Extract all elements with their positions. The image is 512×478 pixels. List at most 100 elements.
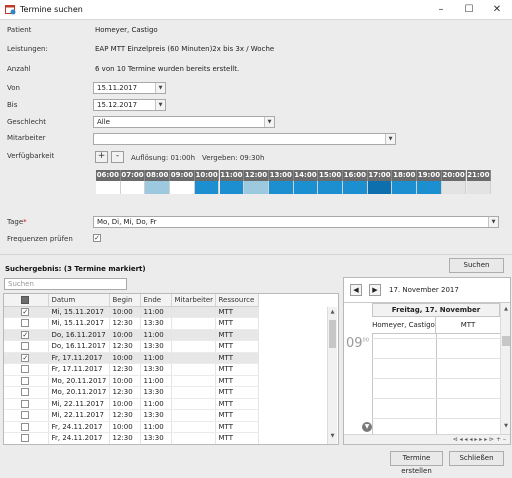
row-select-cell[interactable]: ✓: [4, 352, 49, 364]
row-checkbox[interactable]: [21, 376, 30, 385]
availability-cell[interactable]: [170, 181, 195, 194]
geschlecht-select[interactable]: Alle ▼: [93, 116, 275, 128]
availability-cell[interactable]: [392, 181, 418, 194]
availability-cell[interactable]: [194, 181, 220, 194]
cell-mitarbeiter: [171, 432, 216, 444]
row-checkbox[interactable]: [21, 434, 30, 443]
chevron-down-icon[interactable]: ▼: [155, 100, 165, 110]
cell-datum: Do, 16.11.2017: [48, 340, 110, 353]
availability-cell[interactable]: [268, 181, 294, 194]
table-row[interactable]: Fr, 24.11.2017 10:00 11:00 MTT: [4, 421, 259, 433]
row-select-cell[interactable]: [4, 363, 49, 376]
row-select-cell[interactable]: [4, 421, 49, 433]
availability-cell[interactable]: [120, 181, 146, 194]
tage-label: Tage*: [7, 218, 27, 226]
row-checkbox[interactable]: ✓: [21, 307, 30, 316]
scroll-thumb[interactable]: [502, 336, 510, 346]
scroll-down-icon[interactable]: ▼: [329, 433, 336, 441]
termine-erstellen-button[interactable]: Termine erstellen: [390, 451, 443, 475]
tage-select[interactable]: Mo, Di, Mi, Do, Fr ▼: [93, 216, 499, 228]
chevron-down-icon[interactable]: ▼: [264, 117, 274, 127]
row-select-cell[interactable]: [4, 398, 49, 410]
row-checkbox[interactable]: [21, 365, 30, 374]
table-row[interactable]: Do, 16.11.2017 12:30 13:30 MTT: [4, 340, 259, 353]
chevron-down-icon[interactable]: ▼: [155, 83, 165, 93]
table-row[interactable]: Mo, 20.11.2017 12:30 13:30 MTT: [4, 386, 259, 399]
scroll-up-icon[interactable]: ▲: [502, 306, 510, 314]
availability-cell[interactable]: [343, 181, 368, 194]
table-row[interactable]: Mo, 20.11.2017 10:00 11:00 MTT: [4, 375, 259, 387]
zoom-in-button[interactable]: +: [95, 151, 108, 163]
column-header-begin[interactable]: Begin: [109, 294, 141, 307]
select-all-checkbox[interactable]: [21, 295, 30, 304]
column-header-mitarbeiter[interactable]: Mitarbeiter: [171, 294, 216, 307]
scroll-down-icon[interactable]: ▼: [502, 423, 510, 431]
chevron-down-icon[interactable]: ▼: [385, 134, 395, 144]
table-row[interactable]: Fr, 17.11.2017 12:30 13:30 MTT: [4, 363, 259, 376]
row-select-cell[interactable]: ✓: [4, 306, 49, 318]
chevron-down-icon[interactable]: ▼: [488, 217, 498, 227]
row-checkbox[interactable]: [21, 422, 30, 431]
availability-cell[interactable]: [145, 181, 171, 194]
von-date-picker[interactable]: 15.11.2017 ▼: [93, 82, 166, 94]
schliessen-button[interactable]: Schließen: [449, 451, 504, 466]
availability-cell[interactable]: [466, 181, 492, 194]
window-title: Termine suchen: [20, 5, 83, 14]
frequenzen-checkbox[interactable]: ✓: [93, 234, 101, 242]
results-search-input[interactable]: Suchen: [4, 278, 127, 290]
table-row[interactable]: Mi, 15.11.2017 12:30 13:30 MTT: [4, 317, 259, 330]
calendar-prev-button[interactable]: ◀: [350, 284, 362, 296]
column-header-ressource[interactable]: Ressource: [215, 294, 259, 307]
availability-cell[interactable]: [219, 181, 245, 194]
availability-cell[interactable]: [244, 181, 269, 194]
table-row[interactable]: ✓ Mi, 15.11.2017 10:00 11:00 MTT: [4, 306, 259, 318]
table-row[interactable]: Fr, 24.11.2017 12:30 13:30 MTT: [4, 432, 259, 444]
row-select-cell[interactable]: [4, 317, 49, 330]
availability-cell[interactable]: [417, 181, 442, 194]
suchen-button[interactable]: Suchen: [449, 258, 504, 273]
row-select-cell[interactable]: [4, 375, 49, 387]
row-select-cell[interactable]: [4, 386, 49, 399]
row-select-cell[interactable]: [4, 432, 49, 444]
calendar-scroll-controls[interactable]: ⊲ ◂ ◂ ◂ ▸ ▸ ▸ ⊳ + –: [453, 436, 506, 443]
availability-cell[interactable]: [96, 181, 121, 194]
calendar-gridline: [372, 334, 373, 434]
cell-ressource: MTT: [215, 329, 259, 341]
scroll-up-icon[interactable]: ▲: [329, 309, 336, 317]
maximize-button[interactable]: ☐: [456, 0, 482, 20]
bis-date-picker[interactable]: 15.12.2017 ▼: [93, 99, 166, 111]
row-checkbox[interactable]: [21, 399, 30, 408]
mitarbeiter-select[interactable]: ▼: [93, 133, 396, 145]
column-header-datum[interactable]: Datum: [48, 294, 110, 307]
calendar-next-button[interactable]: ▶: [369, 284, 381, 296]
table-row[interactable]: ✓ Do, 16.11.2017 10:00 11:00 MTT: [4, 329, 259, 341]
row-checkbox[interactable]: ✓: [21, 330, 30, 339]
row-select-cell[interactable]: [4, 409, 49, 422]
availability-cell[interactable]: [441, 181, 467, 194]
row-select-cell[interactable]: [4, 340, 49, 353]
availability-cell[interactable]: [367, 181, 393, 194]
zoom-out-button[interactable]: -: [111, 151, 124, 163]
row-select-cell[interactable]: ✓: [4, 329, 49, 341]
cell-ende: 11:00: [140, 306, 172, 318]
calendar-scrollbar[interactable]: ▲ ▼: [500, 303, 510, 434]
scroll-thumb[interactable]: [329, 320, 336, 348]
availability-cell[interactable]: [293, 181, 319, 194]
close-window-button[interactable]: ✕: [484, 0, 510, 20]
calendar-down-icon[interactable]: ▼: [362, 422, 372, 432]
table-row[interactable]: Mi, 22.11.2017 12:30 13:30 MTT: [4, 409, 259, 422]
calendar-hscrollbar[interactable]: ⊲ ◂ ◂ ◂ ▸ ▸ ▸ ⊳ + –: [344, 434, 510, 444]
select-all-header[interactable]: [4, 294, 49, 307]
table-row[interactable]: ✓ Fr, 17.11.2017 10:00 11:00 MTT: [4, 352, 259, 364]
row-checkbox[interactable]: [21, 319, 30, 328]
row-checkbox[interactable]: ✓: [21, 353, 30, 362]
cell-mitarbeiter: [171, 352, 216, 364]
row-checkbox[interactable]: [21, 388, 30, 397]
table-row[interactable]: Mi, 22.11.2017 10:00 11:00 MTT: [4, 398, 259, 410]
column-header-ende[interactable]: Ende: [140, 294, 172, 307]
results-scrollbar[interactable]: ▲ ▼: [327, 307, 337, 444]
row-checkbox[interactable]: [21, 342, 30, 351]
availability-cell[interactable]: [318, 181, 343, 194]
minimize-button[interactable]: –: [428, 0, 454, 20]
row-checkbox[interactable]: [21, 411, 30, 420]
